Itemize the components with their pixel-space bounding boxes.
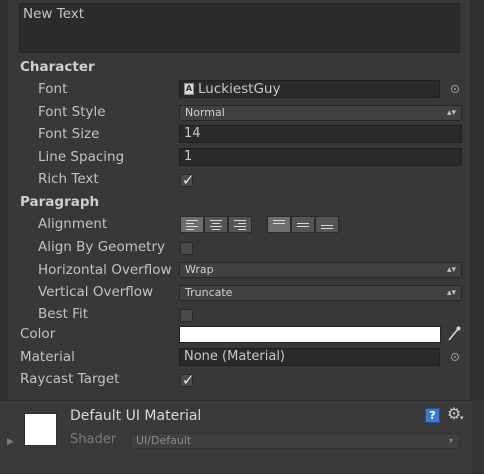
shader-value: UI/Default [136, 434, 192, 447]
horizontal-alignment-group [180, 216, 252, 233]
raycast-target-label: Raycast Target [20, 371, 120, 387]
material-label: Material [20, 349, 75, 365]
line-spacing-label: Line Spacing [38, 149, 125, 165]
font-asset-icon: A [184, 83, 194, 95]
checkmark-icon: ✓ [182, 171, 195, 189]
font-size-label: Font Size [38, 126, 100, 142]
font-value: LuckiestGuy [198, 81, 281, 97]
alignment-label: Alignment [38, 216, 108, 232]
scrollbar-track[interactable] [472, 400, 484, 473]
horizontal-overflow-value: Wrap [185, 263, 214, 276]
material-preview-title: Default UI Material [70, 408, 202, 424]
align-left-button[interactable] [180, 216, 204, 233]
shader-dropdown[interactable]: UI/Default ▾ [130, 433, 460, 449]
dropdown-arrow-icon: ▴▾ [446, 108, 456, 118]
line-spacing-field[interactable]: 1 [179, 148, 462, 166]
shader-label: Shader [70, 432, 117, 447]
color-swatch-field[interactable] [179, 326, 441, 343]
align-top-button[interactable] [267, 216, 291, 233]
gear-dropdown-arrow-icon: ▾ [460, 414, 464, 422]
material-field[interactable]: None (Material) [179, 348, 440, 366]
character-section-header: Character [20, 59, 95, 75]
align-center-button[interactable] [204, 216, 228, 233]
material-object-picker-icon[interactable] [451, 353, 459, 361]
align-bottom-button[interactable] [315, 216, 339, 233]
checkmark-icon: ✓ [182, 371, 195, 389]
dropdown-arrow-icon: ▴▾ [446, 288, 456, 298]
font-field[interactable]: A LuckiestGuy [179, 80, 440, 98]
font-style-label: Font Style [38, 104, 106, 120]
color-label: Color [20, 326, 56, 342]
vertical-overflow-value: Truncate [185, 286, 233, 299]
rich-text-checkbox[interactable]: ✓ [180, 171, 195, 189]
horizontal-overflow-label: Horizontal Overflow [38, 262, 172, 278]
best-fit-checkbox[interactable] [180, 309, 193, 322]
font-style-dropdown[interactable]: Normal ▴▾ [179, 105, 462, 121]
paragraph-section-header: Paragraph [20, 194, 100, 210]
eyedropper-icon[interactable] [446, 325, 462, 343]
text-input-area[interactable]: New Text [19, 3, 460, 53]
align-middle-button[interactable] [291, 216, 315, 233]
vertical-overflow-dropdown[interactable]: Truncate ▴▾ [179, 285, 462, 301]
panel-edge-left [0, 0, 8, 400]
align-by-geometry-label: Align By Geometry [38, 239, 166, 255]
vertical-alignment-group [267, 216, 339, 233]
font-object-picker-icon[interactable] [451, 85, 459, 93]
horizontal-overflow-dropdown[interactable]: Wrap ▴▾ [179, 262, 462, 278]
font-size-field[interactable]: 14 [179, 125, 462, 143]
align-by-geometry-checkbox[interactable] [180, 242, 193, 255]
font-label: Font [38, 81, 68, 97]
vertical-overflow-label: Vertical Overflow [38, 284, 154, 300]
rich-text-label: Rich Text [38, 171, 99, 187]
align-right-button[interactable] [228, 216, 252, 233]
dropdown-arrow-icon: ▾ [448, 436, 453, 445]
foldout-arrow-icon[interactable]: ▶ [7, 437, 14, 447]
raycast-target-checkbox[interactable]: ✓ [180, 371, 195, 389]
dropdown-arrow-icon: ▴▾ [446, 265, 456, 275]
panel-edge-right [470, 0, 484, 400]
material-thumbnail [24, 413, 57, 446]
font-style-value: Normal [185, 106, 225, 119]
help-icon[interactable]: ? [425, 408, 440, 423]
best-fit-label: Best Fit [38, 306, 89, 322]
